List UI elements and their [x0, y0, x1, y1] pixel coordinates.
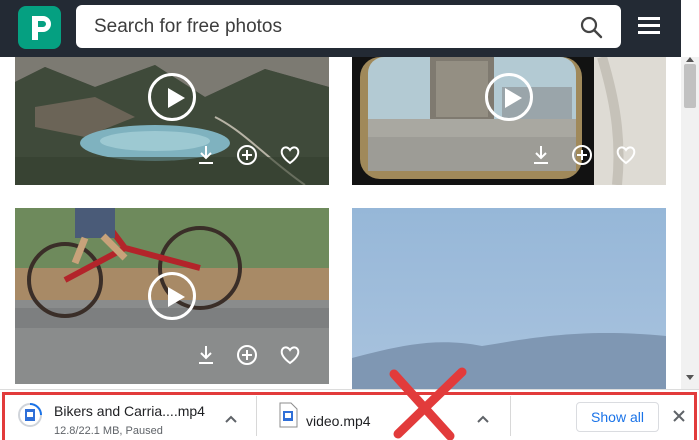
- close-icon[interactable]: [671, 408, 687, 424]
- chevron-up-icon[interactable]: [476, 414, 490, 424]
- divider: [510, 396, 511, 436]
- scrollbar-thumb[interactable]: [684, 64, 696, 108]
- download-item[interactable]: video.mp4: [262, 390, 508, 440]
- vertical-scrollbar[interactable]: [681, 57, 699, 389]
- divider: [256, 396, 257, 436]
- video-file-icon: [279, 402, 298, 428]
- search-bar: [76, 5, 621, 48]
- search-input[interactable]: [94, 5, 554, 48]
- download-icon[interactable]: [195, 144, 217, 166]
- video-card-train-window[interactable]: [352, 57, 666, 185]
- top-navigation-bar: [0, 0, 681, 57]
- add-to-collection-icon[interactable]: [571, 144, 593, 166]
- photo-gallery: [0, 57, 681, 389]
- show-all-button[interactable]: Show all: [576, 402, 659, 432]
- search-icon[interactable]: [579, 15, 603, 39]
- download-status: 12.8/22.1 MB, Paused: [54, 425, 163, 437]
- like-icon[interactable]: [615, 144, 637, 166]
- scroll-up-arrow-icon[interactable]: [686, 57, 694, 62]
- download-icon[interactable]: [530, 144, 552, 166]
- download-icon[interactable]: [195, 344, 217, 366]
- play-button[interactable]: [148, 272, 196, 320]
- play-button[interactable]: [485, 73, 533, 121]
- scroll-down-arrow-icon[interactable]: [686, 375, 694, 380]
- like-icon[interactable]: [279, 144, 301, 166]
- hamburger-menu-icon[interactable]: [636, 14, 664, 38]
- add-to-collection-icon[interactable]: [236, 144, 258, 166]
- play-button[interactable]: [148, 73, 196, 121]
- download-filename: Bikers and Carria....mp4: [54, 403, 205, 419]
- download-shelf: Bikers and Carria....mp4 12.8/22.1 MB, P…: [0, 389, 699, 440]
- download-item[interactable]: Bikers and Carria....mp4 12.8/22.1 MB, P…: [8, 390, 254, 440]
- download-filename: video.mp4: [306, 413, 371, 429]
- chevron-up-icon[interactable]: [224, 414, 238, 424]
- video-file-icon: [18, 403, 42, 427]
- like-icon[interactable]: [279, 344, 301, 366]
- video-card-bikers[interactable]: [15, 208, 329, 384]
- video-card-mountain-lake[interactable]: [15, 57, 329, 185]
- photo-card-blue-sky[interactable]: [352, 208, 666, 389]
- photo-thumbnail: [352, 208, 666, 389]
- pexels-logo-icon[interactable]: [18, 6, 61, 49]
- add-to-collection-icon[interactable]: [236, 344, 258, 366]
